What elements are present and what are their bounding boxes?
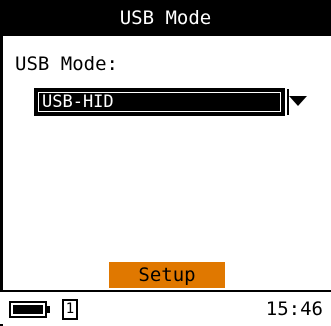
clock: 15:46: [265, 298, 323, 320]
screen-edge: [0, 0, 3, 326]
usb-mode-label: USB Mode:: [15, 53, 118, 75]
battery-icon: [9, 301, 50, 318]
status-bar: 1 15:46: [0, 290, 331, 324]
setup-button[interactable]: Setup: [109, 262, 225, 288]
usb-mode-select[interactable]: USB-HID: [34, 88, 285, 116]
page-title: USB Mode: [119, 7, 212, 29]
sim-slot-number: 1: [65, 301, 75, 317]
usb-mode-selected-value: USB-HID: [38, 92, 281, 112]
sim-card-icon: 1: [62, 299, 78, 320]
usb-mode-screen: USB Mode USB Mode: USB-HID Setup 1 15:46: [0, 0, 331, 326]
title-bar: USB Mode: [0, 0, 331, 36]
chevron-down-icon[interactable]: [289, 96, 307, 106]
